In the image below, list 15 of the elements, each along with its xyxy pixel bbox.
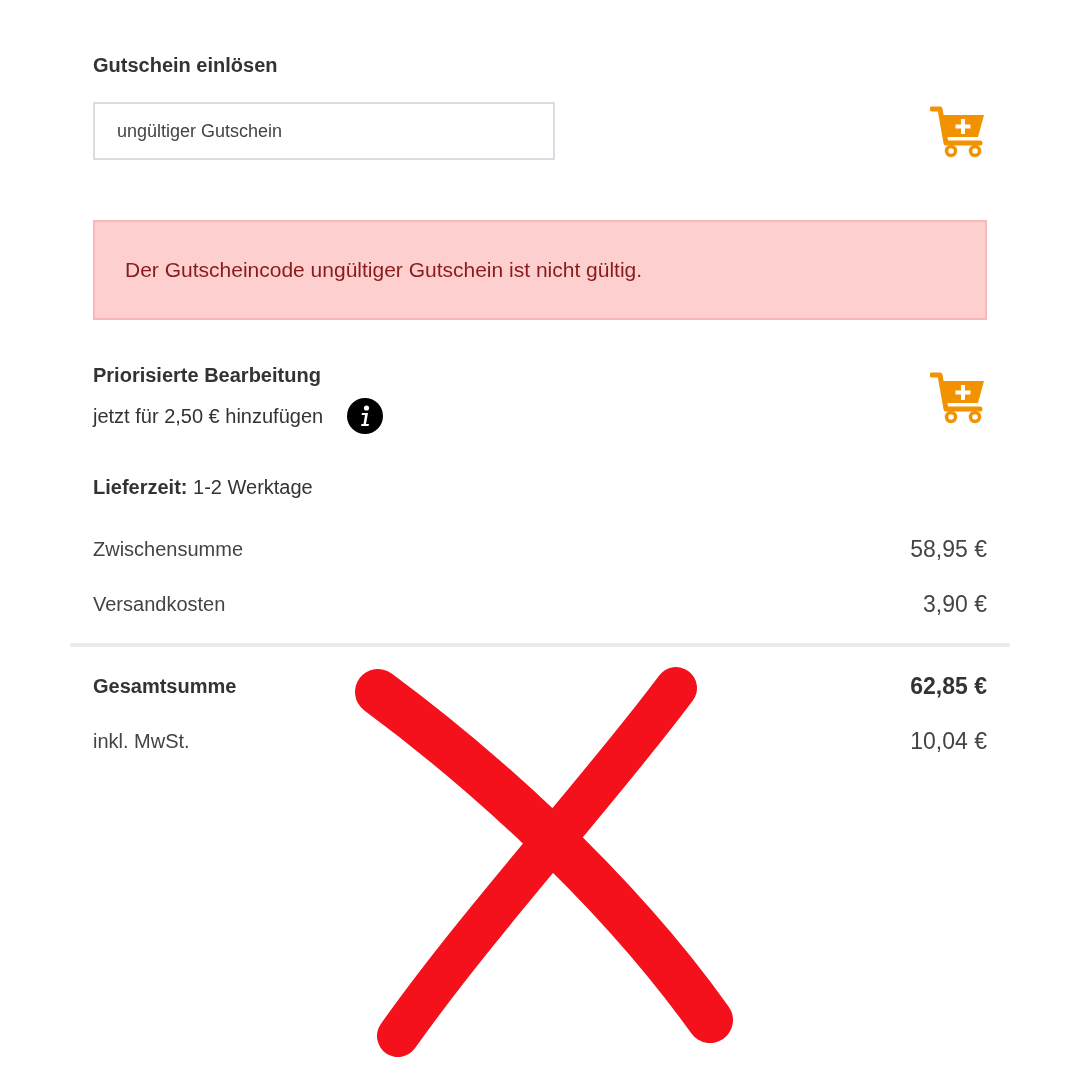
total-amount: 62,85 € [910, 672, 987, 701]
summary-label: Versandkosten [93, 591, 226, 617]
tax-amount: 10,04 € [910, 726, 987, 756]
error-message: Der Gutscheincode ungültiger Gutschein ist nicht gültig. [125, 257, 643, 284]
priority-price: jetzt für 2,50 € hinzufügen [93, 404, 324, 429]
coupon-title: Gutschein einlösen [93, 53, 279, 78]
delivery-time: Lieferzeit: 1-2 Werktage [93, 475, 314, 500]
summary-label: Zwischensumme [93, 537, 244, 563]
coupon-input-field[interactable]: ungültiger Gutschein [93, 102, 555, 160]
tax-label: inkl. MwSt. [93, 728, 190, 754]
summary-amount: 3,90 € [923, 589, 987, 619]
total-label: Gesamtsumme [93, 674, 237, 700]
info-icon[interactable] [347, 398, 384, 434]
priority-title: Priorisierte Bearbeitung [93, 363, 322, 388]
summary-amount: 58,95 € [910, 535, 987, 564]
